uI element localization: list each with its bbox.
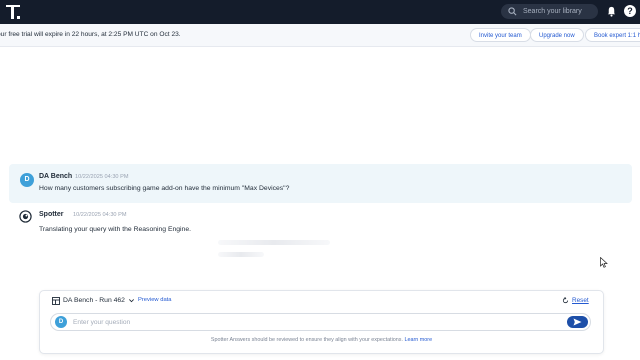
book-expert-button[interactable]: Book expert 1:1 hel: [585, 28, 640, 42]
top-nav: Search your library ?: [0, 0, 640, 24]
spotter-icon: [19, 210, 32, 223]
search-icon: [508, 7, 517, 16]
loading-skeleton: [218, 252, 264, 257]
trial-message: our free trial will expire in 22 hours, …: [0, 31, 181, 38]
send-button[interactable]: [567, 316, 588, 328]
bell-icon[interactable]: [606, 6, 617, 17]
question-composer: DA Bench - Run 462 Preview data Reset D …: [39, 290, 604, 354]
spotter-timestamp: 10/22/2025 04:30 PM: [73, 212, 127, 218]
spotter-name: Spotter: [39, 211, 64, 218]
chevron-down-icon[interactable]: [128, 297, 135, 304]
question-input[interactable]: [73, 315, 553, 329]
trial-banner: our free trial will expire in 22 hours, …: [0, 24, 640, 47]
reset-button[interactable]: Reset: [572, 297, 589, 304]
search-placeholder: Search your library: [523, 8, 582, 15]
disclaimer: Spotter Answers should be reviewed to en…: [40, 337, 603, 343]
send-icon: [573, 318, 582, 326]
user-name: DA Bench: [39, 173, 73, 180]
reset-icon[interactable]: [562, 297, 569, 304]
avatar: D: [20, 173, 34, 187]
user-timestamp: 10/22/2025 04:30 PM: [75, 174, 129, 180]
user-question: How many customers subscribing game add-…: [39, 185, 290, 192]
avatar: D: [55, 316, 67, 328]
loading-skeleton: [218, 240, 330, 245]
mouse-cursor-icon: [600, 257, 608, 268]
search-library[interactable]: Search your library: [501, 4, 598, 19]
thoughtspot-logo[interactable]: [6, 4, 22, 20]
upgrade-now-button[interactable]: Upgrade now: [530, 28, 584, 42]
preview-data-link[interactable]: Preview data: [138, 297, 172, 303]
spotter-status: Translating your query with the Reasonin…: [39, 226, 192, 233]
question-input-box[interactable]: D: [50, 313, 591, 331]
disclaimer-text: Spotter Answers should be reviewed to en…: [210, 337, 403, 343]
table-icon: [52, 297, 60, 305]
help-icon[interactable]: ?: [624, 5, 636, 17]
learn-more-link[interactable]: Learn more: [405, 337, 433, 343]
invite-team-button[interactable]: Invite your team: [470, 28, 531, 42]
user-message: D DA Bench 10/22/2025 04:30 PM How many …: [9, 164, 632, 203]
datasource-selector[interactable]: DA Bench - Run 462: [63, 297, 125, 304]
